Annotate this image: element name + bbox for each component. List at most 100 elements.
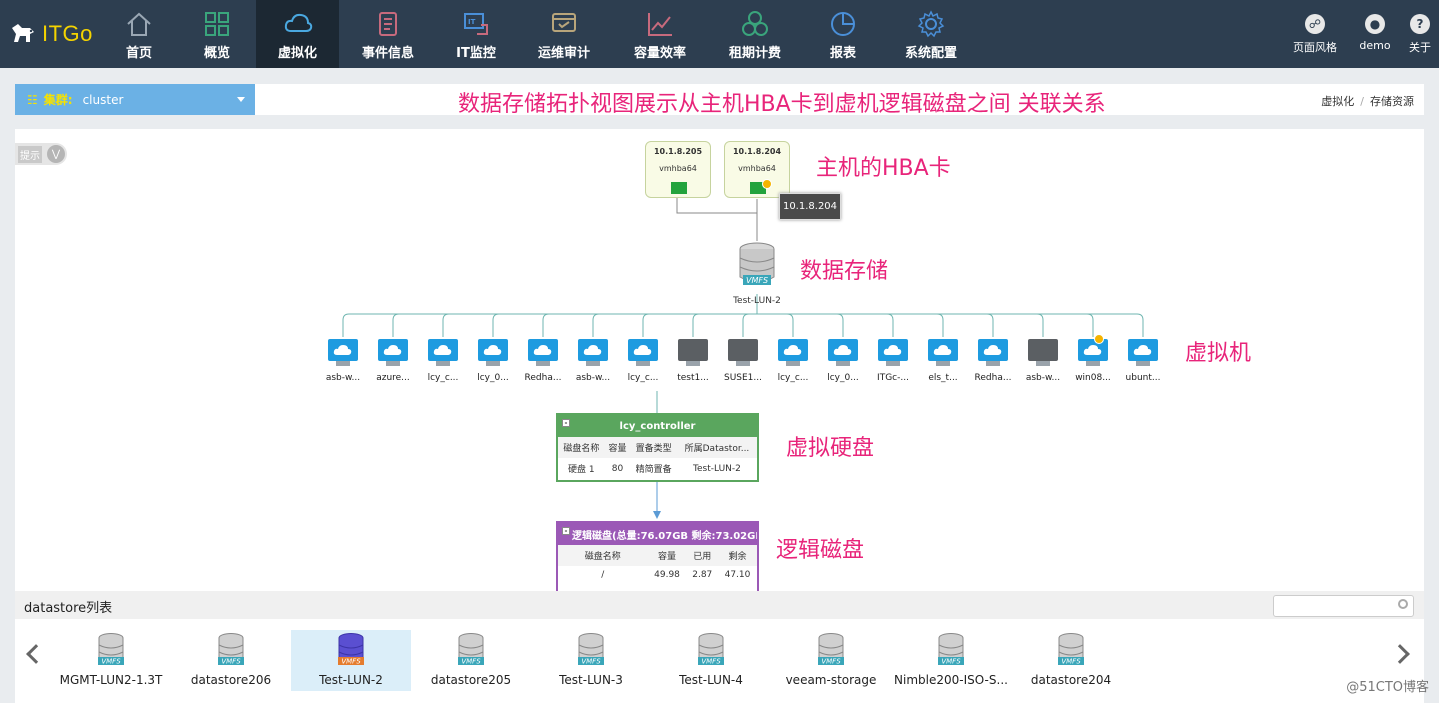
datastore-label: datastore204: [1030, 673, 1112, 687]
gear-icon: [917, 10, 945, 38]
vm-node[interactable]: lcy_0...: [471, 339, 515, 383]
monitor-stand: [686, 361, 700, 366]
nav-home[interactable]: 首页: [105, 0, 173, 68]
datastore-item[interactable]: VMFS datastore205: [411, 630, 531, 691]
monitor-icon: IT: [464, 13, 488, 35]
monitor-stand: [786, 361, 800, 366]
vm-running-icon: [428, 339, 458, 361]
vm-node[interactable]: ubunt...: [1121, 339, 1165, 383]
collapse-icon[interactable]: -: [562, 419, 570, 427]
annotation-vdisk: 虚拟硬盘: [786, 436, 875, 461]
breadcrumb-storage: 存储资源: [1370, 95, 1414, 108]
svg-text:VMFS: VMFS: [221, 658, 241, 666]
nav-reports[interactable]: 报表: [818, 0, 868, 68]
vm-node[interactable]: lcy_c...: [771, 339, 815, 383]
vm-link: [757, 313, 1144, 337]
monitor-stand: [386, 361, 400, 366]
help-icon: ?: [1410, 14, 1430, 34]
vm-running-icon: [378, 339, 408, 361]
nav-overview[interactable]: 概览: [183, 0, 251, 68]
vm-node[interactable]: asb-w...: [321, 339, 365, 383]
vm-running-icon: [1078, 334, 1108, 361]
svg-text:VMFS: VMFS: [581, 658, 601, 666]
logo[interactable]: ITGo: [8, 14, 93, 54]
user-menu-button[interactable]: ● demo: [1357, 14, 1393, 52]
datastore-search-input[interactable]: [1273, 595, 1414, 617]
svg-text:VMFS: VMFS: [101, 658, 121, 666]
vm-node[interactable]: lcy_c...: [421, 339, 465, 383]
vm-node[interactable]: azure...: [371, 339, 415, 383]
vm-node[interactable]: win08...: [1071, 334, 1115, 383]
about-button[interactable]: ? 关于: [1407, 14, 1433, 55]
top-nav-bar: ITGo 首页 概览 虚拟化 事件信息 IT IT监控 运维审计 容量效率 租期…: [0, 0, 1439, 68]
vm-link: [742, 313, 757, 337]
annotation-vm: 虚拟机: [1185, 341, 1252, 366]
vm-node[interactable]: Redha...: [971, 339, 1015, 383]
database-icon: VMFS: [938, 633, 964, 666]
grid-icon: [205, 12, 229, 36]
vm-node[interactable]: ITGc-...: [871, 339, 915, 383]
nav-virtualization[interactable]: 虚拟化: [256, 0, 339, 68]
nav-label: IT监控: [456, 46, 496, 61]
cell: 硬盘 1: [568, 465, 595, 475]
theme-icon: ☍: [1305, 14, 1325, 34]
collapse-icon[interactable]: -: [562, 527, 570, 535]
vm-label: lcy_c...: [427, 373, 459, 383]
nav-label: 事件信息: [361, 46, 414, 61]
datastore-item[interactable]: VMFS datastore204: [1011, 630, 1131, 691]
vm-running-icon: [578, 339, 608, 361]
col-header: 所属Datastor...: [676, 437, 757, 458]
nav-it-monitor[interactable]: IT IT监控: [445, 0, 507, 68]
vm-label: lcy_c...: [777, 373, 809, 383]
svg-text:VMFS: VMFS: [941, 658, 961, 666]
vm-node[interactable]: SUSE1...: [721, 339, 765, 383]
monitor-stand: [1136, 361, 1150, 366]
vm-node[interactable]: asb-w...: [1021, 339, 1065, 383]
vm-stopped-icon: [678, 339, 708, 361]
nav-audit[interactable]: 运维审计: [530, 0, 598, 68]
user-icon: ●: [1365, 14, 1385, 34]
chevron-right-icon[interactable]: [1390, 644, 1410, 664]
breadcrumb-virtualization[interactable]: 虚拟化: [1321, 95, 1354, 108]
cluster-tree-icon: ☷: [27, 92, 38, 107]
datastore-item[interactable]: VMFS Test-LUN-2: [291, 630, 411, 691]
table-row: 硬盘 1 80 精简置备 Test-LUN-2: [558, 458, 757, 479]
theme-button[interactable]: ☍ 页面风格: [1293, 14, 1337, 55]
vm-label: Redha...: [524, 373, 562, 383]
vm-node[interactable]: lcy_0...: [821, 339, 865, 383]
logical-disk-panel[interactable]: - 逻辑磁盘(总量:76.07GB 剩余:73.02GB... 磁盘名称 容量 已…: [556, 521, 759, 591]
datastore-label: datastore205: [430, 673, 512, 687]
datastore-item[interactable]: VMFS datastore206: [171, 630, 291, 691]
monitor-stand: [586, 361, 600, 366]
datastore-node[interactable]: VMFS Test-LUN-2: [732, 241, 782, 306]
nav-settings[interactable]: 系统配置: [895, 0, 967, 68]
vm-node[interactable]: asb-w...: [571, 339, 615, 383]
datastore-item[interactable]: VMFS Test-LUN-3: [531, 630, 651, 691]
cluster-value: cluster: [82, 92, 124, 107]
vm-link: [757, 313, 944, 337]
datastore-item[interactable]: VMFS MGMT-LUN2-1.3T: [51, 630, 171, 691]
hba-card[interactable]: 10.1.8.205 vmhba64: [645, 141, 711, 198]
vm-label: els_t...: [928, 373, 958, 383]
cluster-select[interactable]: ☷ 集群: cluster: [15, 84, 255, 115]
chevron-left-icon[interactable]: [26, 644, 46, 664]
nav-events[interactable]: 事件信息: [350, 0, 426, 68]
virtual-disk-panel[interactable]: - lcy_controller 磁盘名称 容量 置备类型 所属Datastor.…: [556, 413, 759, 482]
hba-card[interactable]: 10.1.8.204 vmhba64: [724, 141, 790, 198]
datastore-item[interactable]: VMFS veeam-storage: [771, 630, 891, 691]
vm-node[interactable]: lcy_c...: [621, 339, 665, 383]
vm-node[interactable]: Redha...: [521, 339, 565, 383]
nav-label: 运维审计: [537, 46, 590, 61]
datastore-item[interactable]: VMFS Test-LUN-4: [651, 630, 771, 691]
vm-node[interactable]: els_t...: [921, 339, 965, 383]
hba-tooltip: 10.1.8.204: [779, 193, 841, 220]
cell: 2.87: [692, 570, 713, 580]
nav-capacity[interactable]: 容量效率: [628, 0, 692, 68]
ldisk-table: 磁盘名称 容量 已用 剩余 / 49.98 2.87 47.10: [558, 545, 757, 584]
vdisk-title: lcy_controller: [619, 420, 696, 432]
vmfs-badge: VMFS: [746, 276, 768, 285]
datastore-item[interactable]: VMFS Nimble200-ISO-S...: [891, 630, 1011, 691]
datastore-label: datastore206: [190, 673, 272, 687]
nav-billing[interactable]: 租期计费: [720, 0, 790, 68]
vm-node[interactable]: test1...: [671, 339, 715, 383]
